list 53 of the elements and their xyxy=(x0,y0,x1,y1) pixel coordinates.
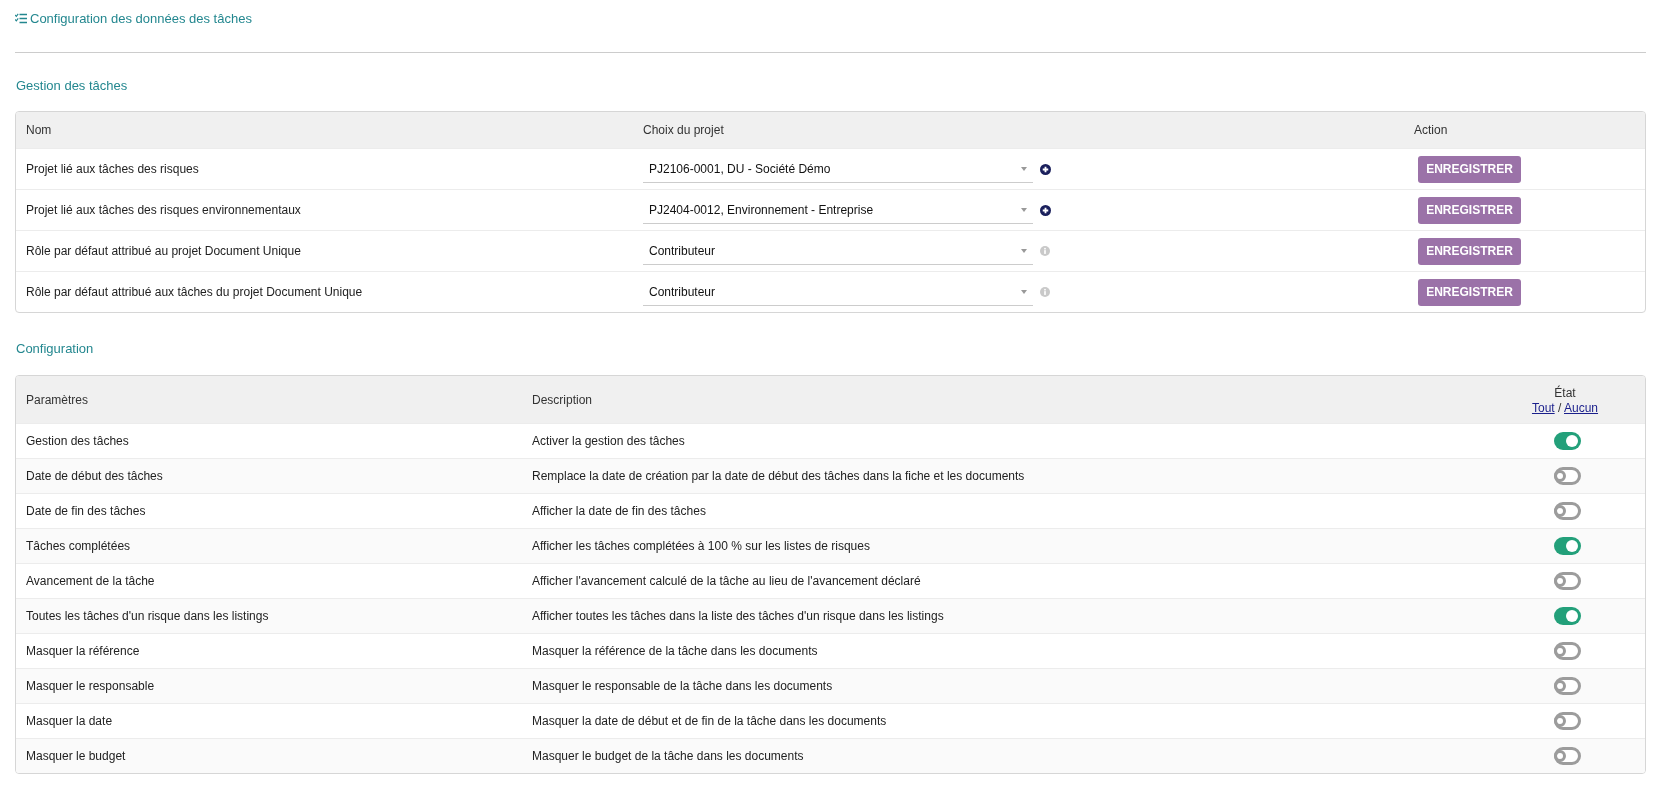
column-header: Action xyxy=(1404,112,1645,149)
save-button[interactable]: ENREGISTRER xyxy=(1418,237,1521,265)
save-button[interactable]: ENREGISTRER xyxy=(1418,196,1521,224)
toggle-switch[interactable] xyxy=(1554,537,1581,555)
toggle-switch[interactable] xyxy=(1554,432,1581,450)
table-cell: Toutes les tâches d'un risque dans les listings xyxy=(16,598,522,634)
table-cell: Projet lié aux tâches des risques environnementaux xyxy=(16,189,633,231)
table-cell: Masquer le budget xyxy=(16,738,522,773)
section-title: Configuration xyxy=(15,340,95,358)
project-select[interactable]: Contributeur xyxy=(643,278,1033,306)
table-cell: Masquer le responsable xyxy=(16,668,522,704)
table-cell: Projet lié aux tâches des risques xyxy=(16,148,633,190)
section-title: Gestion des tâches xyxy=(15,77,129,95)
caret-icon xyxy=(1021,289,1027,294)
caret-icon xyxy=(1021,248,1027,253)
toggle-switch[interactable] xyxy=(1554,607,1581,625)
save-button[interactable]: ENREGISTRER xyxy=(1418,278,1521,306)
column-header: Paramètres xyxy=(16,376,522,424)
page-title: Configuration des données des tâches xyxy=(30,10,252,26)
column-header: Nom xyxy=(16,112,633,149)
save-button[interactable]: ENREGISTRER xyxy=(1418,155,1521,183)
toggle-switch[interactable] xyxy=(1554,502,1581,520)
project-select[interactable]: PJ2106-0001, DU - Société Démo xyxy=(643,155,1033,183)
project-select[interactable]: Contributeur xyxy=(643,237,1033,265)
toggle-switch[interactable] xyxy=(1554,677,1581,695)
toggle-switch[interactable] xyxy=(1554,712,1581,730)
toggle-switch[interactable] xyxy=(1554,572,1581,590)
select-all-link[interactable]: Tout xyxy=(1531,401,1555,415)
caret-icon xyxy=(1021,207,1027,212)
caret-icon xyxy=(1021,166,1027,171)
column-header: État xyxy=(1553,386,1577,401)
toggle-switch[interactable] xyxy=(1554,467,1581,485)
table-cell: Tâches complétées xyxy=(16,528,522,564)
toggle-switch[interactable] xyxy=(1554,642,1581,660)
info-icon xyxy=(1040,246,1050,256)
plus-circle-icon[interactable] xyxy=(1040,163,1051,175)
column-header: Choix du projet xyxy=(633,112,1404,149)
separator: / xyxy=(1558,401,1562,415)
select-none-link[interactable]: Aucun xyxy=(1564,401,1599,415)
checklist-icon xyxy=(15,12,27,24)
project-select[interactable]: PJ2404-0012, Environnement - Entreprise xyxy=(643,196,1033,224)
toggle-switch[interactable] xyxy=(1554,747,1581,765)
plus-circle-icon[interactable] xyxy=(1040,204,1051,216)
table-cell: Afficher les tâches complétées à 100 % sur les listes de risques xyxy=(522,528,1485,564)
table-cell: Remplace la date de création par la date de début des tâches dans la fiche et les documents xyxy=(522,458,1485,494)
table-cell: Afficher toutes les tâches dans la liste des tâches d'un risque dans les listings xyxy=(522,598,1485,634)
info-icon xyxy=(1040,287,1050,297)
column-header: Description xyxy=(522,376,1485,424)
table-cell: Rôle par défaut attribué au projet Document Unique xyxy=(16,230,633,272)
table-cell: Masquer le responsable de la tâche dans les documents xyxy=(522,668,1485,704)
table-cell: Rôle par défaut attribué aux tâches du projet Document Unique xyxy=(16,271,633,312)
table-cell: Date de début des tâches xyxy=(16,458,522,494)
table-cell: Masquer le budget de la tâche dans les documents xyxy=(522,738,1485,773)
